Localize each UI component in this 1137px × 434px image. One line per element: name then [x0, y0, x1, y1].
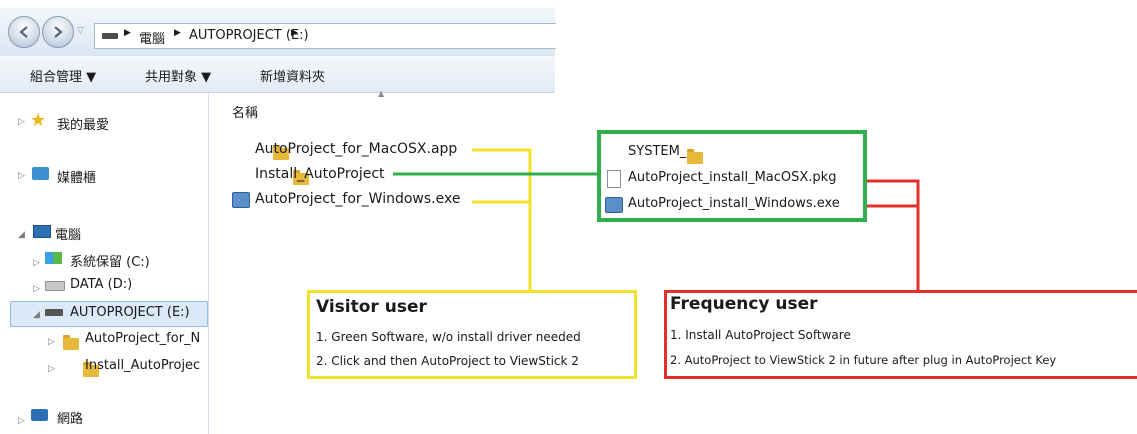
- folder-icon: [686, 148, 703, 164]
- frequency-title: Frequency user: [670, 294, 818, 314]
- document-icon: [607, 170, 621, 188]
- file-system-folder[interactable]: SYSTEM_: [628, 144, 686, 159]
- frequency-line-2: 2. AutoProject to ViewStick 2 in future …: [670, 353, 1057, 367]
- red-connector: [862, 179, 920, 290]
- yellow-connector: [472, 148, 532, 290]
- file-install-pkg[interactable]: AutoProject_install_MacOSX.pkg: [628, 170, 836, 185]
- visitor-line-2: 2. Click and then AutoProject to ViewSti…: [316, 354, 579, 368]
- frequency-line-1: 1. Install AutoProject Software: [670, 328, 851, 342]
- visitor-title: Visitor user: [316, 297, 427, 317]
- file-install-exe[interactable]: AutoProject_install_Windows.exe: [628, 196, 840, 211]
- installer-icon: [605, 197, 623, 213]
- visitor-line-1: 1. Green Software, w/o install driver ne…: [316, 330, 581, 344]
